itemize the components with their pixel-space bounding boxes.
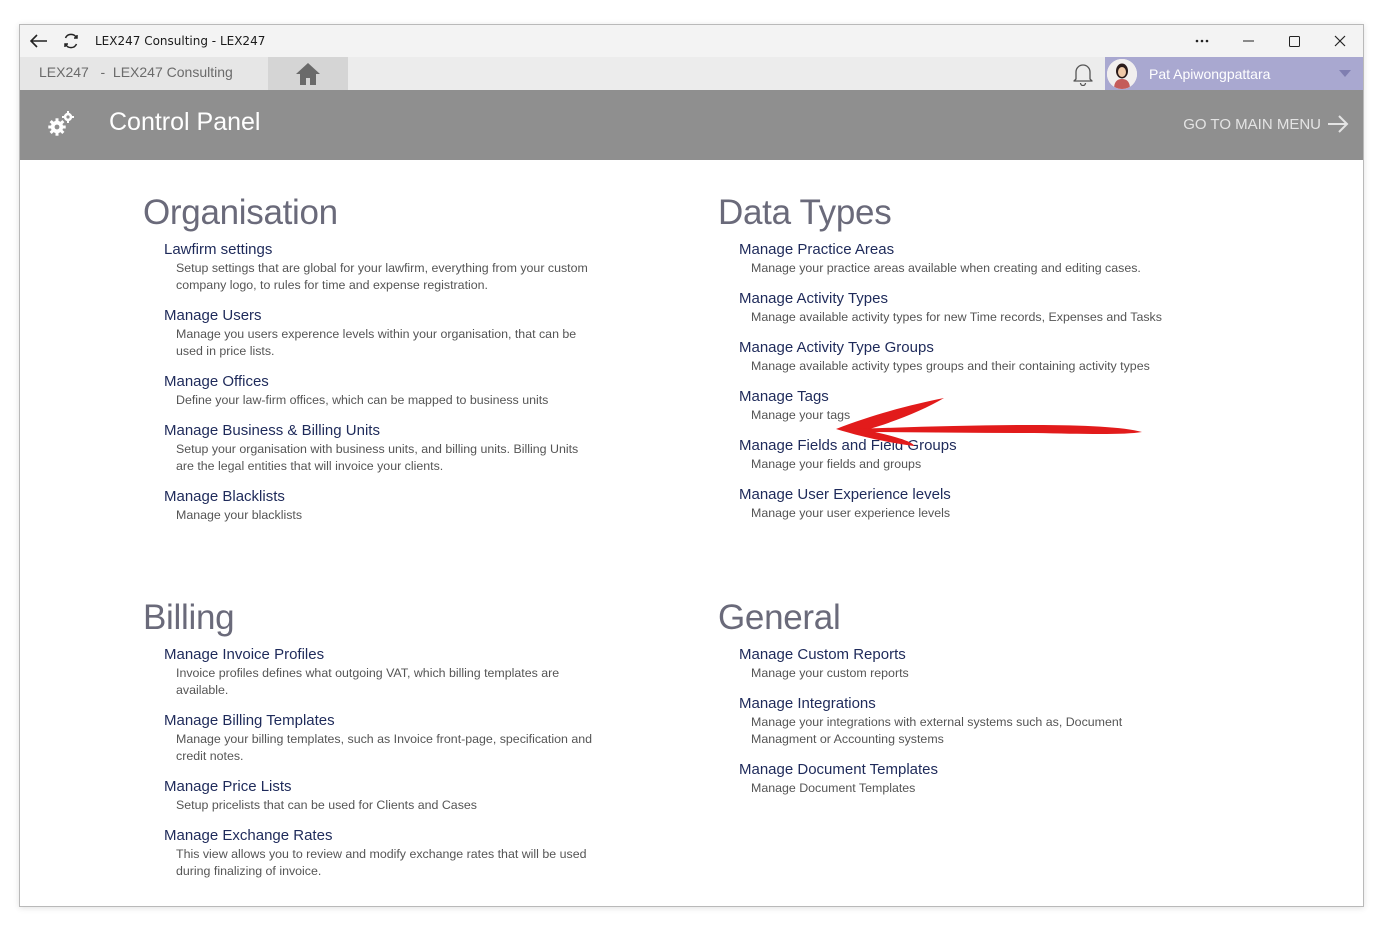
list-item: Manage Invoice Profiles Invoice profiles… — [164, 645, 594, 699]
section-title-billing: Billing — [143, 598, 235, 637]
item-description: Setup pricelists that can be used for Cl… — [176, 798, 477, 812]
manage-user-experience-levels-link[interactable]: Manage User Experience levels — [739, 485, 951, 505]
manage-document-templates-link[interactable]: Manage Document Templates — [739, 760, 938, 780]
company-tab[interactable]: LEX247 - LEX247 Consulting — [20, 57, 268, 90]
item-description: Manage your fields and groups — [751, 457, 922, 471]
minimize-icon[interactable] — [1225, 25, 1271, 57]
manage-tags-link[interactable]: Manage Tags — [739, 387, 829, 407]
more-icon[interactable] — [1179, 25, 1225, 57]
section-title-organisation: Organisation — [143, 193, 338, 232]
item-description: Manage available activity types for new … — [751, 310, 1162, 324]
home-icon — [296, 62, 320, 85]
list-item: Manage Exchange Rates This view allows y… — [164, 826, 594, 880]
section-data-types: Data Types Manage Practice Areas Manage … — [718, 193, 1169, 534]
item-description: Manage you users experence levels within… — [176, 327, 577, 358]
item-description: Manage your custom reports — [751, 666, 909, 680]
arrow-right-icon — [1328, 115, 1349, 133]
user-menu[interactable]: Pat Apiwongpattara — [1105, 57, 1363, 90]
manage-exchange-rates-link[interactable]: Manage Exchange Rates — [164, 826, 332, 846]
manage-custom-reports-link[interactable]: Manage Custom Reports — [739, 645, 906, 665]
item-description: Manage Document Templates — [751, 781, 916, 795]
title-bar: LEX247 Consulting - LEX247 — [20, 25, 1363, 57]
gears-icon — [46, 109, 76, 139]
manage-practice-areas-link[interactable]: Manage Practice Areas — [739, 240, 894, 260]
list-item: Manage Integrations Manage your integrat… — [739, 694, 1169, 748]
item-description: Define your law-firm offices, which can … — [176, 393, 549, 407]
section-general: General Manage Custom Reports Manage you… — [718, 598, 1169, 809]
manage-fields-link[interactable]: Manage Fields and Field Groups — [739, 436, 957, 456]
list-item: Manage Custom Reports Manage your custom… — [739, 645, 1169, 682]
chevron-down-icon[interactable] — [1339, 70, 1351, 77]
maximize-icon[interactable] — [1271, 25, 1317, 57]
user-name: Pat Apiwongpattara — [1149, 65, 1271, 82]
list-item: Manage Tags Manage your tags — [739, 387, 1169, 424]
avatar — [1107, 58, 1137, 89]
item-description: Manage your practice areas available whe… — [751, 261, 1141, 275]
item-description: Manage available activity types groups a… — [751, 359, 1150, 373]
manage-invoice-profiles-link[interactable]: Manage Invoice Profiles — [164, 645, 324, 665]
manage-billing-templates-link[interactable]: Manage Billing Templates — [164, 711, 335, 731]
list-item: Manage Offices Define your law-firm offi… — [164, 372, 594, 409]
list-item: Manage Activity Type Groups Manage avail… — [739, 338, 1169, 375]
item-description: Manage your integrations with external s… — [751, 715, 1123, 746]
list-item: Manage Document Templates Manage Documen… — [739, 760, 1169, 797]
list-item: Manage Activity Types Manage available a… — [739, 289, 1169, 326]
manage-blacklists-link[interactable]: Manage Blacklists — [164, 487, 285, 507]
item-description: This view allows you to review and modif… — [176, 847, 587, 878]
close-icon[interactable] — [1317, 25, 1363, 57]
manage-integrations-link[interactable]: Manage Integrations — [739, 694, 876, 714]
goto-main-menu-label: GO TO MAIN MENU — [1183, 115, 1321, 133]
lawfirm-settings-link[interactable]: Lawfirm settings — [164, 240, 272, 260]
item-description: Manage your billing templates, such as I… — [176, 732, 593, 763]
item-description: Invoice profiles defines what outgoing V… — [176, 666, 560, 697]
manage-price-lists-link[interactable]: Manage Price Lists — [164, 777, 292, 797]
manage-activity-type-groups-link[interactable]: Manage Activity Type Groups — [739, 338, 934, 358]
window-title: LEX247 Consulting - LEX247 — [95, 34, 266, 48]
list-item: Manage Billing Templates Manage your bil… — [164, 711, 594, 765]
item-description: Setup settings that are global for your … — [176, 261, 588, 292]
item-description: Manage your user experience levels — [751, 506, 951, 520]
list-item: Manage Price Lists Setup pricelists that… — [164, 777, 594, 814]
manage-offices-link[interactable]: Manage Offices — [164, 372, 269, 392]
list-item: Manage Fields and Field Groups Manage yo… — [739, 436, 1169, 473]
manage-users-link[interactable]: Manage Users — [164, 306, 262, 326]
nav-bar: LEX247 - LEX247 Consulting Pat Apiwongpa… — [20, 57, 1363, 90]
item-description: Manage your blacklists — [176, 508, 303, 522]
manage-activity-types-link[interactable]: Manage Activity Types — [739, 289, 888, 309]
manage-business-billing-units-link[interactable]: Manage Business & Billing Units — [164, 421, 380, 441]
section-organisation: Organisation Lawfirm settings Setup sett… — [143, 193, 594, 536]
goto-main-menu-button[interactable]: GO TO MAIN MENU — [1183, 115, 1349, 133]
list-item: Manage Blacklists Manage your blacklists — [164, 487, 594, 524]
page-header: Control Panel GO TO MAIN MENU — [20, 90, 1363, 160]
item-description: Setup your organisation with business un… — [176, 442, 579, 473]
list-item: Manage Business & Billing Units Setup yo… — [164, 421, 594, 475]
list-item: Manage Users Manage you users experence … — [164, 306, 594, 360]
refresh-icon[interactable] — [55, 25, 87, 57]
app-window: LEX247 Consulting - LEX247 LEX247 - LEX2… — [19, 24, 1364, 907]
item-description: Manage your tags — [751, 408, 851, 422]
page-title: Control Panel — [109, 108, 261, 136]
section-title-general: General — [718, 598, 841, 637]
bell-icon[interactable] — [1070, 61, 1096, 87]
section-title-data-types: Data Types — [718, 193, 892, 232]
list-item: Manage Practice Areas Manage your practi… — [739, 240, 1169, 277]
back-arrow-icon[interactable] — [23, 25, 55, 57]
home-button[interactable] — [268, 57, 348, 90]
list-item: Lawfirm settings Setup settings that are… — [164, 240, 594, 294]
section-billing: Billing Manage Invoice Profiles Invoice … — [143, 598, 594, 892]
list-item: Manage User Experience levels Manage you… — [739, 485, 1169, 522]
